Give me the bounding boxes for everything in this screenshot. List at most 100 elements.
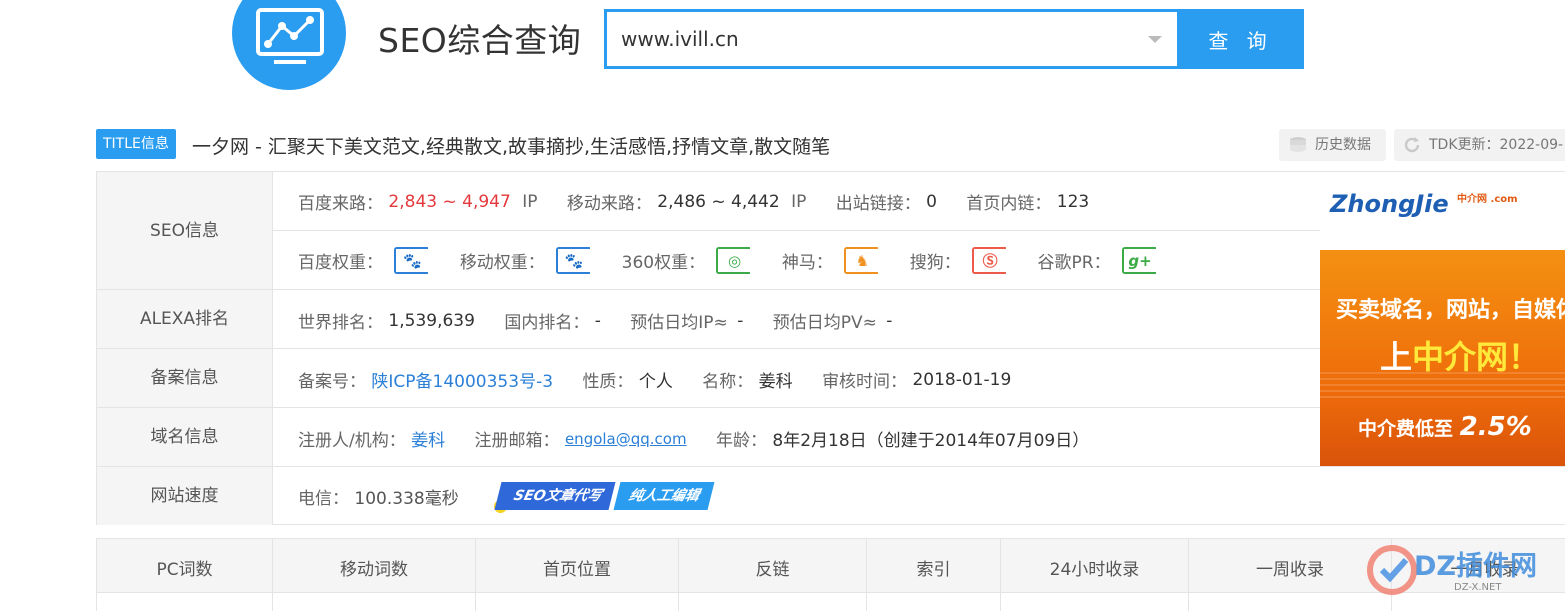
mobile-paw-icon: 🐾 [556, 247, 591, 274]
baidu-weight-badge[interactable]: 🐾 2 [394, 247, 430, 274]
search-button[interactable]: 查 询 [1177, 9, 1304, 69]
header-24h-indexed: 24小时收录 [1049, 560, 1140, 580]
search-input[interactable] [621, 24, 1121, 54]
divider [273, 230, 1321, 231]
ad-logo: ZhongJie 中介网 .com [1330, 190, 1518, 218]
watermark-text: DZ插件网 [1414, 551, 1537, 582]
header-pc-words: PC词数 [156, 560, 213, 580]
daily-pv-value: - [886, 310, 893, 331]
column-header: 24小时收录 [1001, 539, 1189, 611]
page: SEO综合查询 查 询 TITLE信息 一夕网 - 汇聚天下美文范文,经典散文,… [0, 0, 1565, 611]
world-rank-value: 1,539,639 [388, 310, 475, 331]
title-badge: TITLE信息 [96, 129, 176, 159]
ad-logo-area: ZhongJie 中介网 .com [1320, 172, 1565, 250]
360-weight-label: 360权重： [621, 253, 706, 273]
ad-slogan-b: 中介网！ [1412, 338, 1541, 376]
divider [97, 407, 1321, 408]
sogou-weight-badge[interactable]: Ⓢ 0 [972, 247, 1008, 274]
outbound-links-value: 0 [926, 191, 937, 212]
divider [97, 289, 1321, 290]
weights-row: 百度权重： 🐾 2 移动权重： 🐾 4 360权重： ◎ 0 神马： ♞ 1 搜… [298, 247, 1158, 274]
icp-number-link[interactable]: 陕ICP备14000353号-3 [371, 367, 553, 392]
age-label: 年龄： [716, 431, 767, 451]
ad-slogan-a: 上 [1380, 338, 1413, 376]
speed-row: 电信： 100.338毫秒 SEO文章代写 纯人工编辑 [298, 482, 715, 513]
shenma-weight-badge[interactable]: ♞ 1 [844, 247, 880, 274]
ad-fee-label: 中介费低至 [1358, 418, 1454, 440]
mobile-traffic-label: 移动来路： [566, 194, 652, 214]
row-label-domain: 域名信息 [97, 408, 273, 467]
google-pr-label: 谷歌PR： [1037, 253, 1111, 273]
registrant-link[interactable]: 姜科 [411, 426, 445, 451]
icp-number-label: 备案号： [298, 372, 366, 392]
icp-name-label: 名称： [702, 372, 754, 392]
daily-ip-value: - [737, 310, 744, 331]
mobile-weight-badge[interactable]: 🐾 4 [556, 247, 592, 274]
ad-headline: 买卖域名，网站，自媒体 [1336, 298, 1565, 323]
internal-links-value: 123 [1056, 191, 1090, 212]
history-data-button[interactable]: 历史数据 [1279, 129, 1386, 161]
dz-watermark: DZ插件网 DZ-X.NET [1362, 540, 1562, 600]
tdk-update-label: TDK更新：2022-09- [1429, 137, 1564, 153]
google-pr-badge[interactable]: g+ 0 [1122, 247, 1158, 274]
telecom-value: 100.338毫秒 [354, 488, 459, 509]
ad-fee: 中介费低至 2.5% [1358, 412, 1532, 442]
row-label-icp: 备案信息 [97, 349, 273, 408]
email-link[interactable]: engola@qq.com [565, 430, 687, 448]
refresh-icon [1404, 137, 1420, 153]
domestic-rank-label: 国内排名： [504, 313, 590, 333]
icp-nature-value: 个人 [638, 372, 673, 392]
icp-nature-label: 性质： [582, 372, 634, 392]
site-logo[interactable] [232, 0, 346, 90]
column-header: 反链 [679, 539, 867, 611]
ad-logo-small: 中介网 .com [1457, 194, 1518, 205]
zhongjie-ad[interactable]: ZhongJie 中介网 .com 买卖域名，网站，自媒体 上中介网！ 中介费低… [1320, 172, 1565, 466]
domain-row: 注册人/机构： 姜科 注册邮箱： engola@qq.com 年龄： 8年2月1… [298, 426, 1090, 452]
icp-name-value: 姜科 [758, 372, 793, 392]
shenma-icon: ♞ [844, 247, 879, 274]
baidu-paw-icon: 🐾 [394, 247, 429, 274]
baidu-traffic-unit: IP [522, 191, 538, 212]
monitor-chart-icon [256, 8, 324, 64]
360-icon: ◎ [716, 247, 751, 274]
tdk-update-button[interactable]: TDK更新：2022-09- [1394, 129, 1565, 161]
mobile-weight-label: 移动权重： [459, 253, 545, 273]
column-header: PC词数 [97, 539, 273, 611]
360-weight-badge[interactable]: ◎ 0 [716, 247, 752, 274]
telecom-label: 电信： [298, 488, 349, 509]
header-mobile-words: 移动词数 [340, 560, 408, 580]
row-label-alexa: ALEXA排名 [97, 290, 273, 349]
email-label: 注册邮箱： [474, 431, 560, 451]
domestic-rank-value: - [594, 310, 601, 331]
seo-writing-ad-banner[interactable]: SEO文章代写 纯人工编辑 [494, 482, 715, 513]
row-label-speed: 网站速度 [97, 467, 273, 525]
age-value: 8年2月18日（创建于2014年07月09日） [772, 431, 1090, 451]
daily-ip-label: 预估日均IP≈ [630, 313, 728, 333]
banner-left-text: SEO文章代写 [494, 482, 616, 510]
column-header: 移动词数 [273, 539, 476, 611]
divider [97, 466, 1565, 467]
page-title: SEO综合查询 [378, 21, 582, 60]
header-index: 索引 [916, 560, 951, 580]
history-label: 历史数据 [1315, 137, 1371, 153]
column-header: 首页位置 [476, 539, 679, 611]
ad-decoration [1320, 372, 1565, 402]
baidu-traffic-value: 2,843 ~ 4,947 [388, 191, 511, 212]
icp-row: 备案号： 陕ICP备14000353号-3 性质： 个人 名称： 姜科 审核时间… [298, 367, 1012, 393]
chevron-down-icon[interactable] [1148, 36, 1162, 43]
seo-traffic-row: 百度来路： 2,843 ~ 4,947 IP 移动来路： 2,486 ~ 4,4… [298, 189, 1090, 215]
header-backlinks: 反链 [755, 560, 790, 580]
internal-links-label: 首页内链： [966, 194, 1052, 214]
search-box[interactable] [604, 9, 1178, 69]
daily-pv-label: 预估日均PV≈ [772, 313, 877, 333]
mobile-traffic-value: 2,486 ~ 4,442 [657, 191, 780, 212]
site-title-text: 一夕网 - 汇聚天下美文范文,经典散文,故事摘抄,生活感悟,抒情文章,散文随笔 [192, 136, 831, 158]
row-label-seo: SEO信息 [97, 172, 273, 290]
mobile-traffic-unit: IP [791, 191, 807, 212]
sogou-weight-label: 搜狗： [909, 253, 961, 273]
keyword-stats-table: PC词数 移动词数 首页位置 反链 索引 24小时收录 一周收录 一月收录 [96, 538, 1565, 611]
icp-audit-label: 审核时间： [822, 372, 908, 392]
alexa-row: 世界排名： 1,539,639 国内排名： - 预估日均IP≈ - 预估日均PV… [298, 308, 893, 334]
column-header: 索引 [867, 539, 1001, 611]
icp-audit-value: 2018-01-19 [912, 369, 1012, 390]
